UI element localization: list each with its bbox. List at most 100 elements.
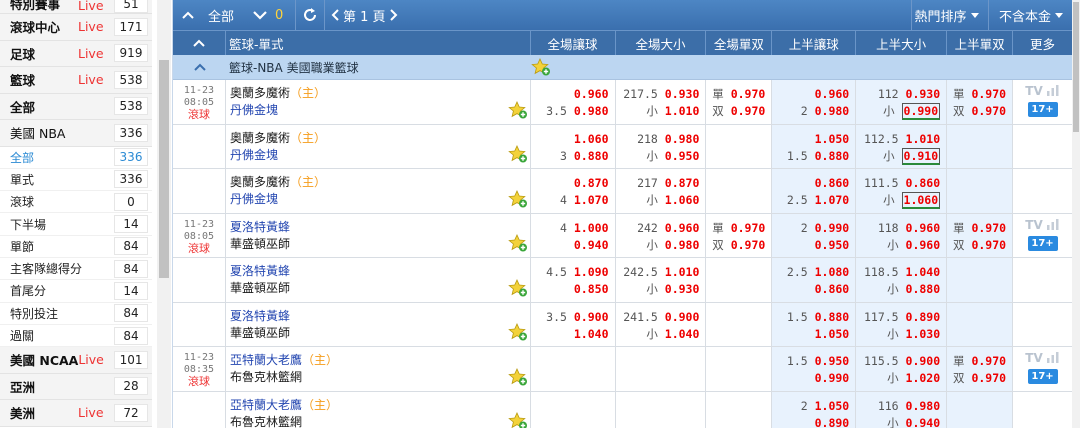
odds-value[interactable]: 0.940 (574, 238, 609, 252)
ft-over-under-cell[interactable] (616, 347, 707, 391)
favorite-match-icon[interactable] (507, 412, 528, 428)
odds-line[interactable] (999, 398, 1006, 415)
ft-over-under-cell[interactable]: 242.5 1.010 小 0.930 (616, 258, 707, 302)
odds-line[interactable] (758, 148, 765, 165)
odds-value[interactable]: 0.970 (971, 87, 1006, 101)
ft-over-under-cell[interactable]: 241.5 0.900 小 1.040 (616, 302, 707, 346)
collapse-sport-button[interactable] (173, 31, 226, 55)
odds-line[interactable]: 242 0.960 (637, 220, 699, 237)
odds-line[interactable] (602, 370, 609, 387)
h1-over-under-cell[interactable]: 116 0.980 小 0.940 (856, 391, 948, 428)
odds-line[interactable]: 4 1.000 (560, 220, 608, 237)
odds-value[interactable]: 1.060 (574, 132, 609, 146)
home-team[interactable]: 夏洛特黃蜂 (230, 308, 530, 325)
odds-value[interactable]: 0.870 (574, 176, 609, 190)
odds-line[interactable] (758, 353, 765, 370)
odds-line[interactable]: 0.990 (787, 370, 850, 387)
ft-over-under-cell[interactable]: 217.5 0.930 小 1.010 (616, 80, 707, 124)
odds-line[interactable]: 小 0.940 (878, 415, 940, 428)
odds-line[interactable]: 小 1.060 (637, 192, 699, 209)
h1-odd-even-cell[interactable]: 單 0.970 双 0.970 (947, 213, 1014, 257)
odds-line[interactable] (999, 148, 1006, 165)
ft-over-under-cell[interactable]: 218 0.980 小 0.950 (616, 124, 707, 168)
away-team[interactable]: 丹佛金塊 (230, 102, 530, 119)
more-markets-button[interactable]: 17+ (1027, 235, 1058, 251)
more-markets-button[interactable]: 17+ (1027, 102, 1058, 117)
next-page-icon[interactable] (389, 9, 398, 21)
odds-line[interactable] (692, 415, 699, 428)
ft-handicap-cell[interactable]: 1.060 3 0.880 (531, 124, 616, 168)
odds-value[interactable]: 1.040 (906, 265, 941, 279)
odds-line[interactable] (999, 281, 1006, 298)
odds-value[interactable]: 1.020 (906, 371, 941, 385)
h1-handicap-cell[interactable]: 1.5 0.880 1.050 (772, 302, 857, 346)
odds-line[interactable]: 2 1.050 (801, 398, 849, 415)
odds-line[interactable]: 小 0.960 (878, 237, 940, 254)
ft-odd-even-cell[interactable] (706, 302, 773, 346)
odds-line[interactable]: 單 0.970 (712, 220, 765, 237)
odds-line[interactable]: 217.5 0.930 (623, 86, 699, 103)
sidebar-subitem[interactable]: 單節 84 (0, 235, 152, 258)
odds-line[interactable] (999, 192, 1006, 209)
odds-value[interactable]: 1.010 (906, 132, 941, 146)
away-team[interactable]: 華盛頓巫師 (230, 325, 530, 342)
odds-line[interactable] (602, 398, 609, 415)
odds-line[interactable]: 小 0.930 (623, 281, 699, 298)
odds-value[interactable]: 0.980 (574, 104, 609, 118)
odds-line[interactable] (758, 192, 765, 209)
odds-value[interactable]: 1.010 (665, 104, 700, 118)
h1-handicap-cell[interactable]: 0.960 2 0.980 (772, 80, 857, 124)
odds-line[interactable] (999, 131, 1006, 148)
odds-value[interactable]: 1.010 (665, 265, 700, 279)
odds-line[interactable]: 3.5 0.900 (546, 309, 608, 326)
sidebar-subitem[interactable]: 首尾分 14 (0, 280, 152, 303)
odds-line[interactable] (758, 309, 765, 326)
odds-line[interactable]: 2.5 1.070 (787, 192, 849, 209)
home-team[interactable]: 夏洛特黃蜂 (230, 219, 530, 236)
odds-line[interactable]: 1.040 (546, 326, 609, 343)
odds-value[interactable]: 0.910 (901, 147, 941, 165)
odds-value[interactable]: 1.060 (665, 193, 700, 207)
odds-value[interactable]: 1.050 (815, 132, 850, 146)
odds-value[interactable]: 0.960 (665, 221, 700, 235)
ft-handicap-cell[interactable]: 4.5 1.090 0.850 (531, 258, 616, 302)
h1-over-under-cell[interactable]: 117.5 0.890 小 1.030 (856, 302, 948, 346)
odds-line[interactable]: 小 0.980 (637, 237, 699, 254)
odds-line[interactable]: 双 0.970 (953, 370, 1006, 387)
odds-value[interactable]: 0.960 (815, 87, 850, 101)
odds-value[interactable]: 1.060 (901, 192, 941, 209)
odds-value[interactable]: 0.970 (971, 371, 1006, 385)
odds-value[interactable]: 0.880 (574, 149, 609, 163)
odds-line[interactable] (758, 131, 765, 148)
h1-handicap-cell[interactable]: 2 0.990 0.950 (772, 213, 857, 257)
odds-line[interactable]: 241.5 0.900 (623, 309, 699, 326)
odds-line[interactable]: 3.5 0.980 (546, 103, 608, 120)
odds-line[interactable] (758, 281, 765, 298)
odds-line[interactable] (999, 264, 1006, 281)
h1-handicap-cell[interactable]: 2.5 1.080 0.860 (772, 258, 857, 302)
h1-odd-even-cell[interactable] (947, 391, 1014, 428)
home-team[interactable]: 亞特蘭大老鷹（主） (230, 352, 530, 369)
ft-over-under-cell[interactable] (616, 391, 707, 428)
odds-line[interactable]: 0.950 (801, 237, 850, 254)
sidebar-subitem[interactable]: 滾球 0 (0, 191, 152, 214)
odds-line[interactable]: 小 0.910 (864, 147, 941, 165)
away-team[interactable]: 布魯克林籃網 (230, 369, 530, 386)
odds-line[interactable]: 双 0.970 (953, 237, 1006, 254)
home-team[interactable]: 奧蘭多魔術（主） (230, 130, 530, 147)
odds-line[interactable] (692, 353, 699, 370)
odds-value[interactable]: 0.940 (906, 416, 941, 428)
odds-type-dropdown[interactable]: 不含本金 (988, 0, 1072, 30)
odds-line[interactable]: 小 1.010 (623, 103, 699, 120)
h1-handicap-cell[interactable]: 2 1.050 0.890 (772, 391, 857, 428)
odds-line[interactable] (692, 370, 699, 387)
sidebar-item[interactable]: 全部 538 (0, 93, 152, 120)
ft-odd-even-cell[interactable]: 單 0.970 双 0.970 (706, 80, 773, 124)
odds-line[interactable]: 小 0.950 (637, 148, 699, 165)
sort-dropdown[interactable]: 熱門排序 (911, 0, 981, 30)
odds-line[interactable]: 双 0.970 (712, 103, 765, 120)
away-team[interactable]: 華盛頓巫師 (230, 280, 530, 297)
h1-handicap-cell[interactable]: 1.5 0.950 0.990 (772, 347, 857, 391)
odds-line[interactable]: 0.890 (801, 415, 850, 428)
away-team[interactable]: 華盛頓巫師 (230, 236, 530, 253)
